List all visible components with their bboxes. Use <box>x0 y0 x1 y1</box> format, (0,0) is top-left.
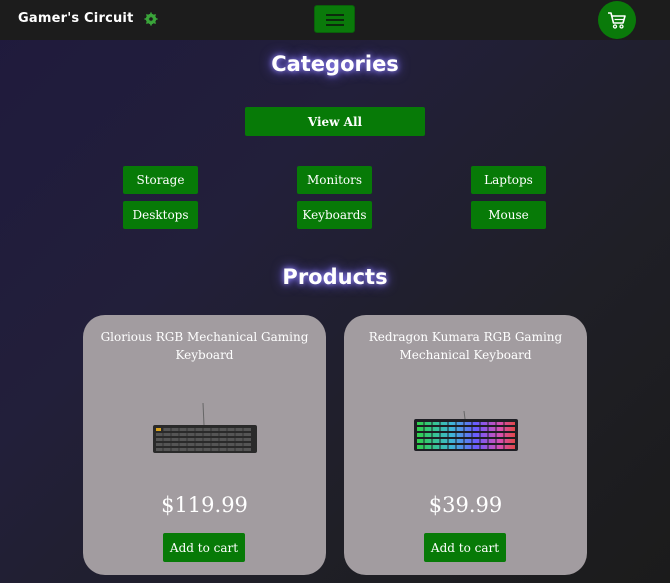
shopping-cart-icon <box>608 12 626 29</box>
category-desktops-button[interactable]: Desktops <box>123 201 198 229</box>
category-mouse-button[interactable]: Mouse <box>471 201 546 229</box>
product-price: $119.99 <box>161 493 248 517</box>
add-to-cart-button[interactable]: Add to cart <box>163 533 245 562</box>
product-name[interactable]: Glorious RGB Mechanical Gaming Keyboard <box>97 328 312 364</box>
menu-toggle-button[interactable] <box>314 5 355 33</box>
brand-name[interactable]: Gamer's Circuit <box>18 11 134 26</box>
category-storage-button[interactable]: Storage <box>123 166 198 194</box>
products-heading: Products <box>282 265 388 289</box>
product-name[interactable]: Redragon Kumara RGB Gaming Mechanical Ke… <box>358 328 573 364</box>
rgb-keyboard-product-image <box>414 410 518 451</box>
cart-button[interactable] <box>598 1 636 39</box>
category-laptops-button[interactable]: Laptops <box>471 166 546 194</box>
hamburger-menu-icon <box>326 14 344 16</box>
keyboard-product-image <box>153 403 257 453</box>
product-price: $39.99 <box>428 493 503 517</box>
product-card[interactable]: Glorious RGB Mechanical Gaming Keyboard … <box>83 315 326 575</box>
categories-heading: Categories <box>271 52 399 76</box>
view-all-button[interactable]: View All <box>245 107 425 136</box>
add-to-cart-button[interactable]: Add to cart <box>424 533 506 562</box>
category-monitors-button[interactable]: Monitors <box>297 166 372 194</box>
gear-logo-icon <box>144 12 158 26</box>
navbar: Gamer's Circuit <box>0 0 670 40</box>
product-card[interactable]: Redragon Kumara RGB Gaming Mechanical Ke… <box>344 315 587 575</box>
category-keyboards-button[interactable]: Keyboards <box>297 201 372 229</box>
